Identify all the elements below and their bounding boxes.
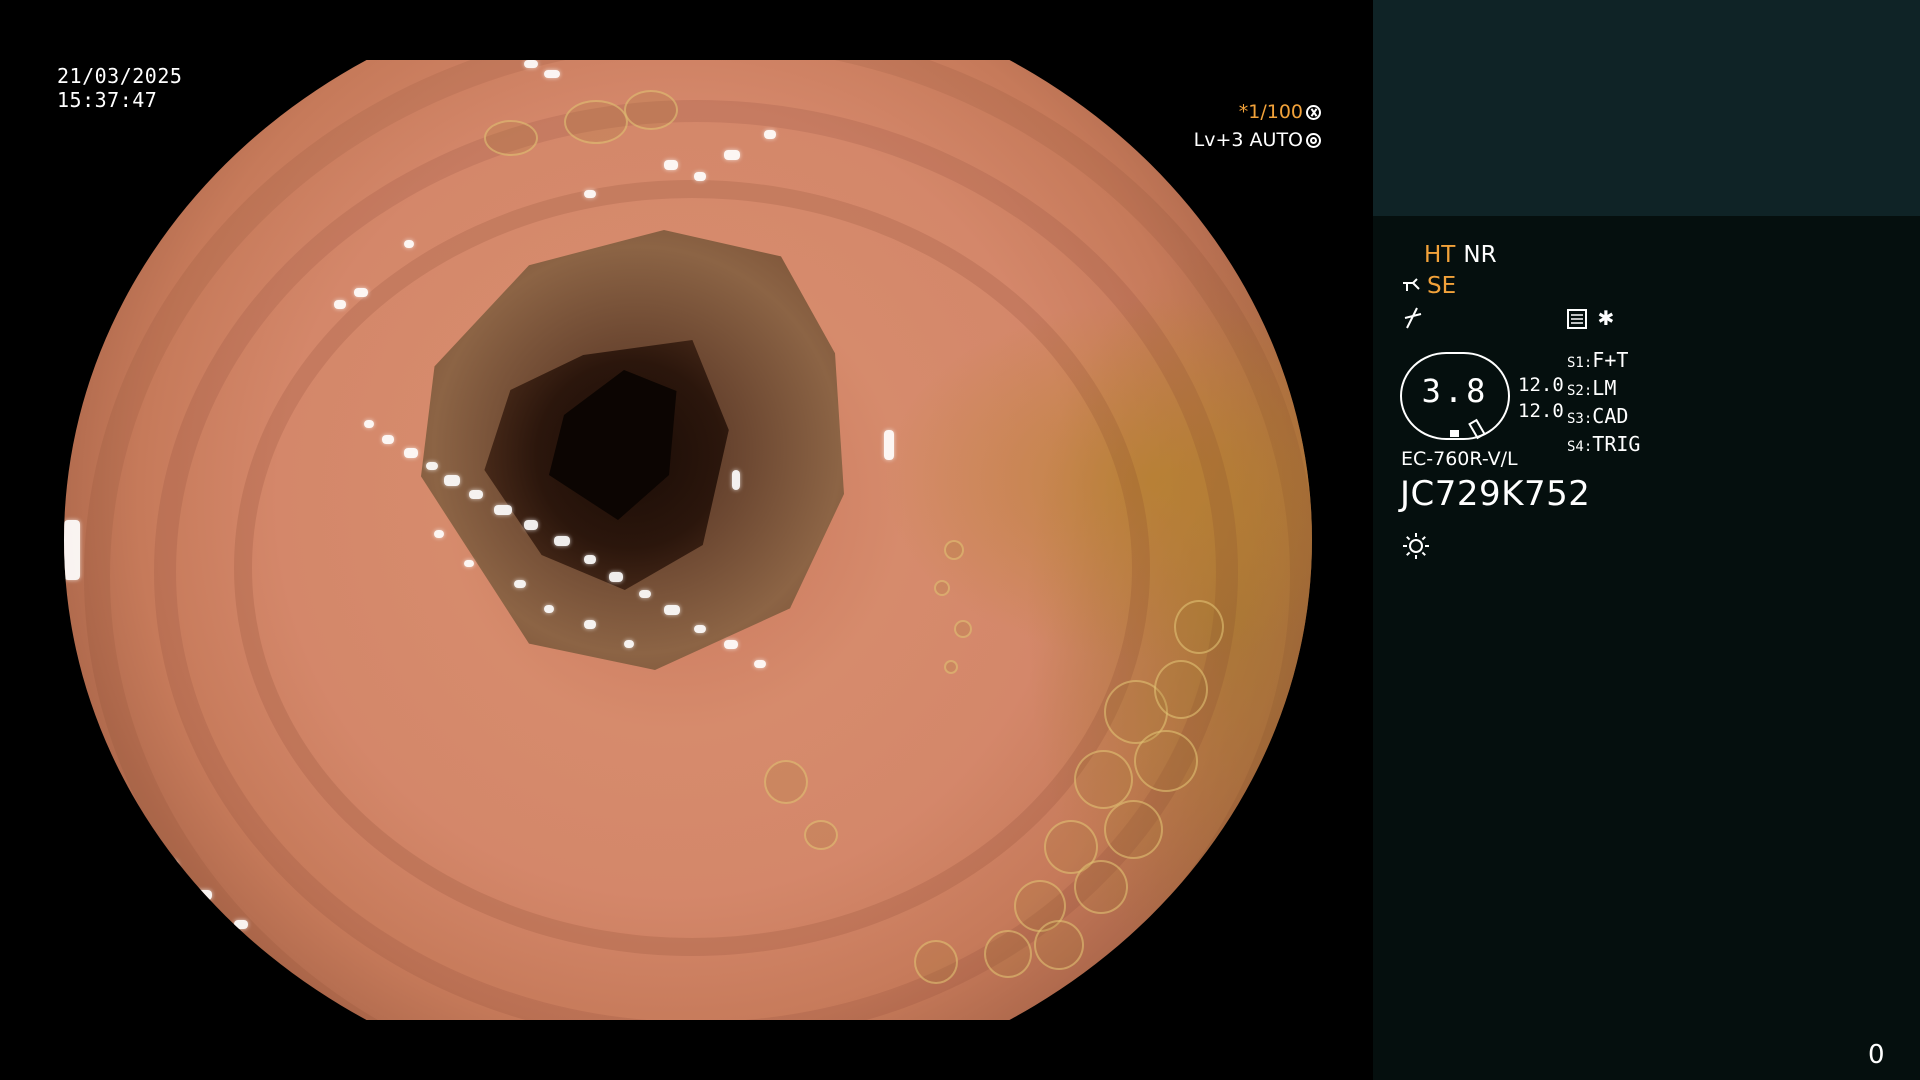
scale-number-1: 12.0: [1518, 374, 1564, 396]
info-panel: [1373, 0, 1920, 1080]
switch-list: S1:F+T S2:LM S3:CAD S4:TRIG: [1567, 348, 1640, 460]
scope-model: EC-760R-V/L: [1401, 448, 1518, 470]
ring-marks: [1450, 418, 1490, 440]
date-text: 21/03/2025: [57, 64, 183, 88]
switch-row: S4:TRIG: [1567, 432, 1641, 456]
mode-nr: NR: [1463, 242, 1497, 268]
exposure-readout: *1/100 Lv+3 AUTO: [1194, 98, 1321, 154]
shutter-text: *1/100: [1238, 101, 1303, 123]
scale-number-2: 12.0: [1518, 400, 1564, 422]
scope-icon: [1403, 278, 1420, 291]
mode-se: SE: [1427, 273, 1457, 299]
scale-numbers: 12.0 12.0: [1518, 372, 1564, 424]
exposure-level-text: Lv+3 AUTO: [1193, 129, 1303, 151]
scale-value: 3.8: [1421, 372, 1489, 410]
switch-row: S3:CAD: [1567, 404, 1629, 428]
image-counter: 0: [1868, 1040, 1885, 1070]
shutter-icon: [1306, 104, 1321, 120]
lightning-icon: [1404, 307, 1422, 329]
star-icon: ✱: [1598, 302, 1614, 332]
sun-icon: [1403, 533, 1429, 559]
mode-ht: HT: [1424, 242, 1456, 268]
timestamp: 21/03/2025 15:37:47: [57, 64, 182, 112]
time-text: 15:37:47: [57, 88, 158, 112]
endoscope-image: [64, 60, 1312, 1020]
mode-line-se: SE: [1401, 273, 1456, 299]
info-panel-header-area: [1373, 0, 1920, 216]
endoscope-view: 21/03/2025 15:37:47 *1/100 Lv+3 AUTO: [0, 0, 1373, 1080]
auto-exposure-icon: [1306, 132, 1321, 148]
mode-line-ht-nr: HT NR: [1424, 242, 1497, 268]
scope-serial: JC729K752: [1400, 474, 1591, 514]
switch-row: S1:F+T: [1567, 348, 1629, 372]
document-icon: [1567, 309, 1587, 329]
switch-row: S2:LM: [1567, 376, 1617, 400]
